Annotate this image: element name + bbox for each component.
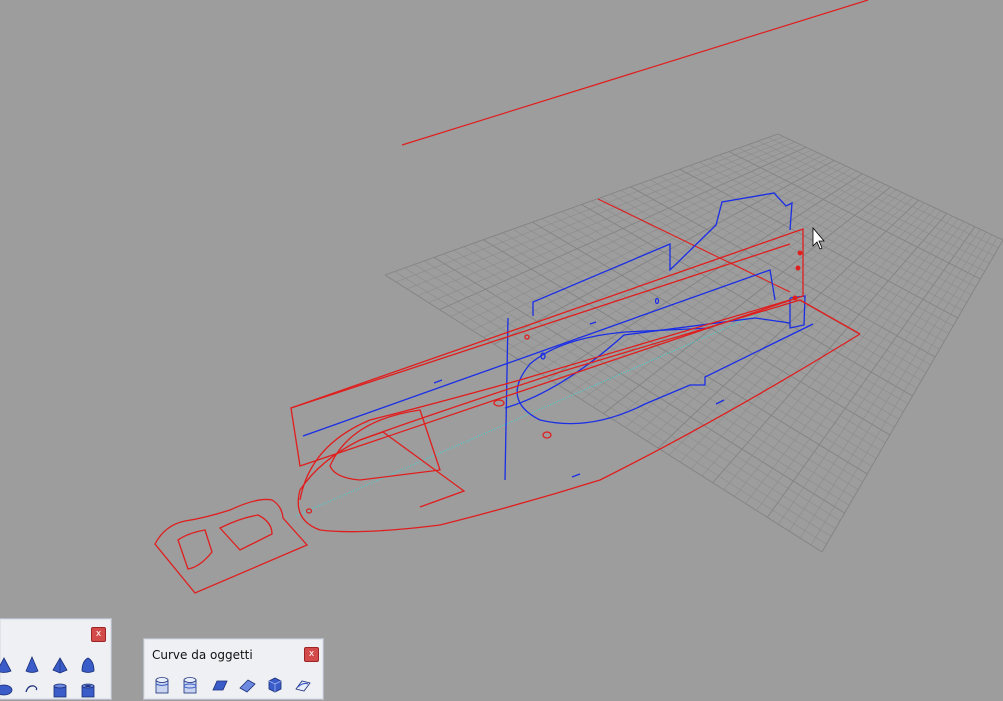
close-button[interactable]: x	[304, 647, 319, 662]
paraboloid-tool-button[interactable]	[76, 653, 99, 676]
grid-line	[738, 147, 986, 272]
red-ellipse	[305, 508, 313, 514]
red-point	[797, 250, 803, 256]
red-ellipse	[493, 399, 505, 407]
grid-line	[788, 231, 987, 532]
axis-line	[401, 0, 869, 146]
red-ellipse	[524, 334, 530, 340]
solid-tools-panel: x	[0, 618, 112, 700]
panel-title: Curve da oggetti	[152, 648, 253, 662]
duplicate-edge-icon	[155, 676, 168, 693]
duplicate-border-button[interactable]	[179, 672, 202, 695]
surface-edge-icon	[211, 680, 228, 690]
perspective-viewport[interactable]	[0, 0, 1003, 690]
blue-ellipse	[654, 297, 660, 305]
cone-icon	[0, 656, 12, 673]
duplicate-border-icon	[183, 676, 196, 693]
surface-border-button[interactable]	[235, 672, 258, 695]
red-point	[795, 265, 801, 271]
cone-tool-button[interactable]	[20, 653, 43, 676]
grid-line	[758, 140, 995, 256]
cyan-guide-curve	[295, 299, 791, 517]
curve-on-surface-icon	[294, 680, 311, 691]
paraboloid-icon	[81, 657, 94, 673]
red-letter-b	[154, 498, 309, 594]
surface-edge-button[interactable]	[207, 672, 230, 695]
red-outline	[297, 299, 861, 533]
grid-line	[821, 239, 1003, 553]
grid-line	[799, 234, 993, 539]
red-stern-trapezoid	[359, 431, 466, 508]
blue-deck-outline	[516, 295, 814, 425]
curve-from-objects-panel: Curve da oggetti x	[143, 638, 324, 700]
box-edges-icon	[268, 677, 281, 692]
pyramid-icon	[51, 656, 68, 673]
box-edges-button[interactable]	[263, 672, 286, 695]
surface-border-icon	[238, 679, 256, 692]
close-button[interactable]: x	[91, 627, 106, 642]
red-keel-curve	[299, 299, 791, 501]
curve-on-surface-button[interactable]	[291, 672, 314, 695]
duplicate-edge-button[interactable]	[151, 672, 174, 695]
blue-curves	[302, 192, 814, 481]
cone-icon	[24, 655, 39, 673]
cone-tool-button[interactable]	[0, 653, 15, 676]
red-ellipse	[542, 431, 552, 439]
grid-line	[778, 229, 981, 525]
pyramid-tool-button[interactable]	[48, 653, 71, 676]
red-point	[792, 295, 798, 301]
